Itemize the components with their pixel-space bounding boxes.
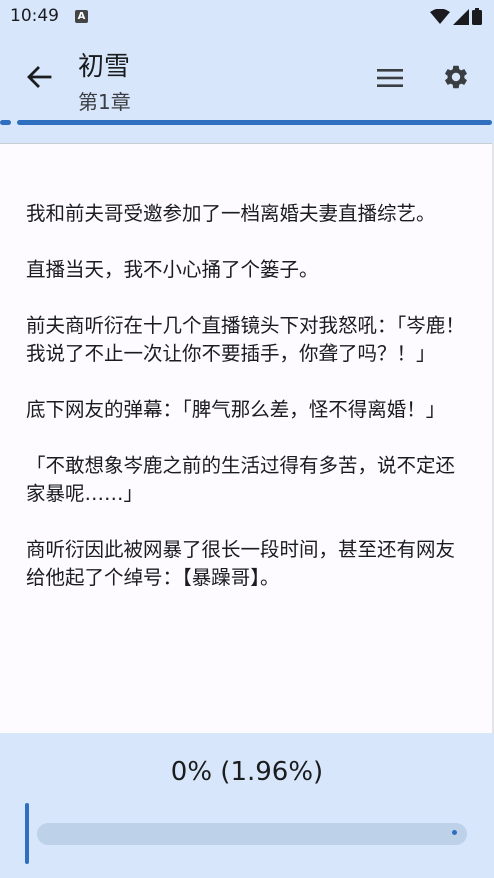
paragraph: 直播当天，我不小心捅了个篓子。 xyxy=(26,258,319,281)
notification-badge: A xyxy=(75,10,88,23)
chapter-progress-indicator xyxy=(0,120,494,126)
paragraph: 前夫商听衍在十几个直播镜头下对我怒吼：「岑鹿！我说了不止一次让你不要插手，你聋了… xyxy=(26,314,465,365)
progress-bar xyxy=(17,120,492,125)
signal-icon xyxy=(453,8,469,25)
status-time: 10:49 xyxy=(10,6,59,26)
chapter-list-button[interactable] xyxy=(372,60,408,96)
top-app-bar: 10:49 A 初雪 第1章 xyxy=(0,0,494,144)
arrow-left-icon xyxy=(27,66,52,88)
battery-icon xyxy=(472,8,482,25)
back-button[interactable] xyxy=(22,60,56,94)
book-title: 初雪 xyxy=(78,52,131,82)
paragraph: 我和前夫哥受邀参加了一档离婚夫妻直播综艺。 xyxy=(26,202,436,225)
wifi-icon xyxy=(430,8,450,24)
reading-progress-panel: 0% (1.96%) xyxy=(0,733,494,878)
gear-icon xyxy=(445,65,467,89)
paragraph: 商听衍因此被网暴了很长一段时间，甚至还有网友给他起了个绰号：【暴躁哥】。 xyxy=(26,538,456,589)
status-icons xyxy=(430,8,482,25)
status-bar: 10:49 A xyxy=(0,0,494,34)
paragraph: 「不敢想象岑鹿之前的生活过得有多苦，说不定还家暴呢……」 xyxy=(26,454,456,505)
menu-icon xyxy=(377,69,403,87)
paragraph: 底下网友的弹幕：「脾气那么差，怪不得离婚！」 xyxy=(26,398,446,421)
chapter-content: 我和前夫哥受邀参加了一档离婚夫妻直播综艺。 直播当天，我不小心捅了个篓子。 前夫… xyxy=(26,200,466,620)
progress-slider[interactable] xyxy=(37,823,467,845)
progress-percentage: 0% (1.96%) xyxy=(170,757,324,787)
slider-end-dot xyxy=(452,830,457,835)
slider-handle[interactable] xyxy=(25,803,29,864)
settings-button[interactable] xyxy=(437,58,475,96)
chapter-label: 第1章 xyxy=(78,90,131,114)
progress-start-segment xyxy=(0,120,11,125)
